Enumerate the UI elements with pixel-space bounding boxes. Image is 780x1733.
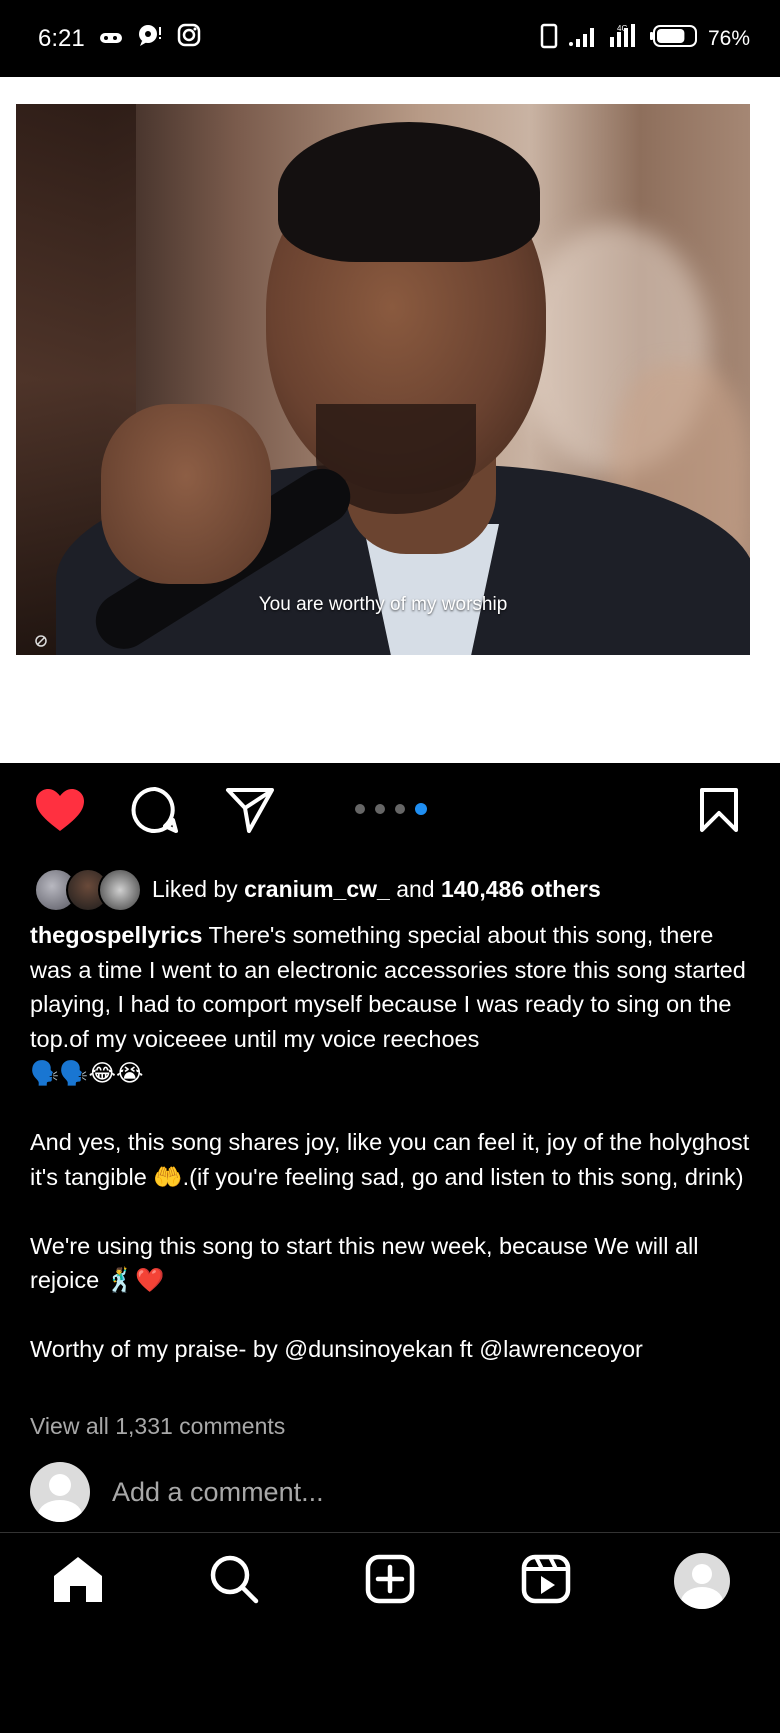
singer-hair: [278, 122, 540, 262]
likes-summary[interactable]: Liked by cranium_cw_ and 140,486 others: [34, 868, 601, 912]
bookmark-icon: [699, 787, 739, 838]
caption-paragraph: We're using this song to start this new …: [30, 1232, 699, 1294]
add-comment-row[interactable]: Add a comment...: [30, 1462, 324, 1522]
likes-count[interactable]: 140,486 others: [441, 876, 601, 903]
like-button[interactable]: [33, 785, 87, 839]
save-button[interactable]: [692, 785, 746, 839]
carousel-dot: [395, 804, 405, 814]
send-icon: [225, 786, 275, 839]
mute-icon[interactable]: [34, 634, 48, 651]
svg-text:4G: 4G: [617, 24, 628, 33]
data-signal-icon: 4G: [608, 23, 638, 55]
carousel-dot: [375, 804, 385, 814]
liker-avatars: [34, 868, 142, 912]
signal-icon: [568, 25, 598, 53]
avatar: [98, 868, 142, 912]
home-icon: [52, 1554, 104, 1609]
view-all-comments-link[interactable]: View all 1,331 comments: [30, 1413, 285, 1440]
clock: 6:21: [38, 24, 85, 52]
nav-profile[interactable]: [672, 1551, 732, 1611]
vibrate-icon: [540, 23, 558, 55]
share-button[interactable]: [223, 785, 277, 839]
singer-hand: [101, 404, 271, 584]
post-caption: thegospellyrics There's something specia…: [30, 918, 750, 1367]
carousel-dot: [355, 804, 365, 814]
status-bar: 6:21 4G 76%: [0, 0, 780, 77]
carousel-indicator: [355, 803, 427, 815]
nav-home[interactable]: [48, 1551, 108, 1611]
speech-bubble-icon: [137, 23, 163, 54]
instagram-icon: [177, 23, 201, 54]
bottom-navigation: [0, 1533, 780, 1627]
post-video[interactable]: You are worthy of my worship: [16, 104, 750, 655]
liker-username[interactable]: cranium_cw_: [244, 876, 390, 903]
caption-credits: Worthy of my praise- by @dunsinoyekan ft…: [30, 1336, 643, 1362]
create-post-icon: [365, 1554, 415, 1609]
reels-icon: [521, 1554, 571, 1609]
likes-connector: and: [396, 875, 435, 902]
comment-icon: [130, 785, 180, 840]
caption-paragraph: And yes, this song shares joy, like you …: [30, 1129, 750, 1190]
nav-search[interactable]: [204, 1551, 264, 1611]
search-icon: [209, 1554, 259, 1609]
heart-filled-icon: [34, 787, 86, 838]
battery-percent: 76%: [707, 26, 750, 50]
avatar: [30, 1462, 90, 1522]
caption-emoji: 🗣️🗣️😂😭: [30, 1060, 144, 1086]
caption-username[interactable]: thegospellyrics: [30, 922, 202, 948]
video-subtitle: You are worthy of my worship: [258, 594, 508, 615]
game-controller-icon: [99, 25, 123, 53]
add-comment-input[interactable]: Add a comment...: [112, 1477, 324, 1508]
likes-prefix: Liked by: [152, 875, 238, 902]
nav-create[interactable]: [360, 1551, 420, 1611]
battery-icon: [648, 24, 698, 54]
comment-button[interactable]: [128, 785, 182, 839]
profile-avatar: [674, 1553, 730, 1609]
nav-reels[interactable]: [516, 1551, 576, 1611]
carousel-dot-active: [415, 803, 427, 815]
